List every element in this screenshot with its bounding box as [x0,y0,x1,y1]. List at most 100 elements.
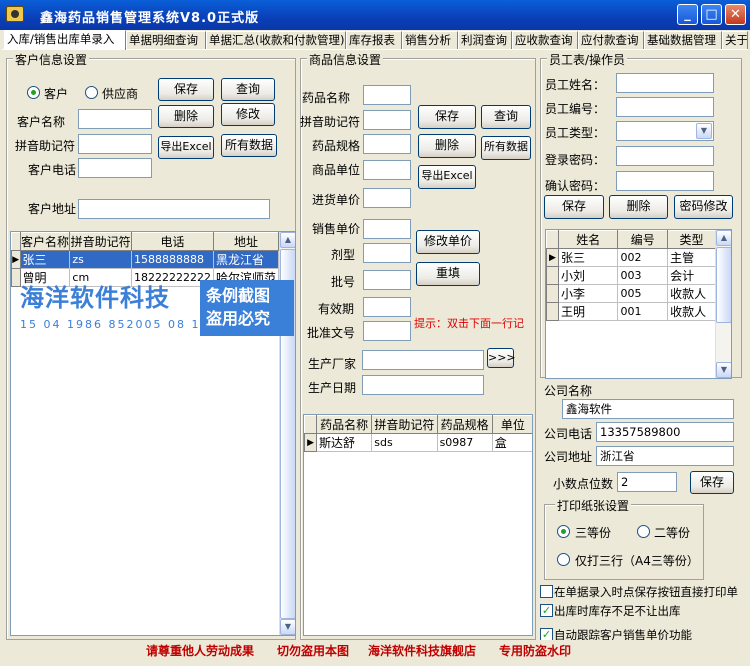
drug-date-input[interactable] [362,375,484,395]
table-row[interactable]: 王明 001 收款人 [546,302,716,321]
cell-pinyin[interactable]: zs [69,250,132,269]
drug-unit-input[interactable] [363,160,411,180]
scroll-up-icon[interactable]: ▲ [280,232,295,248]
staff-id-input[interactable] [616,97,714,117]
close-button[interactable]: ✕ [725,4,746,25]
tab-profit[interactable]: 利润查询 [458,31,512,49]
scroll-thumb[interactable] [716,247,731,323]
cell-name[interactable]: 曾明 [19,268,71,287]
customer-phone-input[interactable] [78,158,152,178]
table-row[interactable]: 曾明 cm 18222222222 哈尔滨师范 [11,268,280,287]
customer-address-input[interactable] [78,199,270,219]
table-row[interactable]: ▶ 张三 002 主管 [546,248,716,267]
col-customer-address[interactable]: 地址 [212,232,280,251]
customer-query-button[interactable]: 查询 [221,78,275,101]
col-drug-pinyin[interactable]: 拼音助记符 [371,415,438,434]
customer-table-scrollbar[interactable]: ▲ ▼ [279,232,295,635]
col-drug-name[interactable]: 药品名称 [316,415,373,434]
drug-all-data-button[interactable]: 所有数据 [481,136,531,160]
col-customer-pinyin[interactable]: 拼音助记符 [69,232,132,251]
cell-name[interactable]: 斯达舒 [316,433,373,452]
customer-delete-button[interactable]: 删除 [158,105,214,128]
col-staff-type[interactable]: 类型 [667,230,716,249]
cell-name[interactable]: 小李 [557,284,619,303]
radio-three-parts[interactable] [557,525,570,538]
tab-summary[interactable]: 单据汇总(收款和付款管理) [206,31,346,49]
cell-address[interactable]: 哈尔滨师范 [212,268,280,287]
staff-save-button[interactable]: 保存 [544,195,604,219]
drug-save-button[interactable]: 保存 [418,105,476,129]
reset-button[interactable]: 重填 [416,262,480,286]
drug-expiry-input[interactable] [363,297,411,317]
cell-type[interactable]: 收款人 [667,302,716,321]
customer-all-data-button[interactable]: 所有数据 [221,134,277,157]
company-phone-input[interactable]: 13357589800 [596,422,734,442]
tab-detail-query[interactable]: 单据明细查询 [126,31,206,49]
drug-export-button[interactable]: 导出Excel [418,165,476,189]
col-customer-name[interactable]: 客户名称 [19,232,71,251]
staff-name-input[interactable] [616,73,714,93]
scroll-up-icon[interactable]: ▲ [716,230,731,246]
col-staff-name[interactable]: 姓名 [557,230,619,249]
col-drug-spec[interactable]: 药品规格 [436,415,493,434]
drug-form-input[interactable] [363,243,411,263]
cell-name[interactable]: 王明 [557,302,619,321]
tab-base-data[interactable]: 基础数据管理 [644,31,722,49]
decimals-input[interactable]: 2 [617,472,677,492]
customer-name-input[interactable] [78,109,152,129]
staff-delete-button[interactable]: 删除 [609,195,668,219]
drug-batch-input[interactable] [363,270,411,290]
cell-id[interactable]: 005 [617,284,669,303]
maker-more-button[interactable]: >>> [487,348,516,368]
customer-modify-button[interactable]: 修改 [221,103,275,126]
drug-approval-input[interactable] [363,321,411,341]
cell-phone[interactable]: 18222222222 [130,268,214,287]
table-row[interactable]: ▶ 斯达舒 sds s0987 盒 [304,433,532,452]
cell-unit[interactable]: 盒 [491,433,532,452]
cell-id[interactable]: 003 [617,266,669,285]
modify-price-button[interactable]: 修改单价 [416,230,480,254]
tab-receivable[interactable]: 应收款查询 [512,31,578,49]
cell-name[interactable]: 张三 [557,248,619,267]
drug-name-input[interactable] [363,85,411,105]
drug-maker-input[interactable] [362,350,484,370]
customer-pinyin-input[interactable] [78,134,152,154]
change-password-button[interactable]: 密码修改 [674,195,733,219]
radio-only-three-rows[interactable] [557,553,570,566]
staff-password-input[interactable] [616,146,714,166]
minimize-button[interactable]: _ [677,4,698,25]
drug-delete-button[interactable]: 删除 [418,134,476,158]
customer-export-button[interactable]: 导出Excel [158,136,214,159]
radio-supplier[interactable] [85,86,98,99]
tab-payable[interactable]: 应付款查询 [578,31,644,49]
cell-name[interactable]: 小刘 [557,266,619,285]
cell-name[interactable]: 张三 [19,250,71,269]
radio-two-parts[interactable] [637,525,650,538]
customer-save-button[interactable]: 保存 [158,78,214,101]
tab-sales-analysis[interactable]: 销售分析 [402,31,458,49]
tab-about[interactable]: 关于 [722,31,748,49]
scroll-thumb[interactable] [280,249,295,619]
company-address-input[interactable]: 浙江省 [596,446,734,466]
tab-entry[interactable]: 入库/销售出库单录入 [4,30,126,50]
cell-pinyin[interactable]: sds [371,433,438,452]
scroll-down-icon[interactable]: ▼ [716,362,731,378]
tab-stock-report[interactable]: 库存报表 [346,31,402,49]
staff-confirm-input[interactable] [616,171,714,191]
col-customer-phone[interactable]: 电话 [130,232,214,251]
cell-type[interactable]: 收款人 [667,284,716,303]
drug-query-button[interactable]: 查询 [481,105,531,129]
col-drug-unit[interactable]: 单位 [491,415,532,434]
scroll-down-icon[interactable]: ▼ [280,619,295,635]
cell-id[interactable]: 002 [617,248,669,267]
maximize-button[interactable]: □ [701,4,722,25]
drug-sell-price-input[interactable] [363,219,411,239]
cell-phone[interactable]: 1588888888 [130,250,214,269]
cell-spec[interactable]: s0987 [436,433,493,452]
radio-customer[interactable] [27,86,40,99]
cell-type[interactable]: 会计 [667,266,716,285]
staff-type-select[interactable]: ▼ [616,121,714,141]
drug-buy-price-input[interactable] [363,188,411,208]
stock-limit-checkbox[interactable]: ✓ [540,604,553,617]
chevron-down-icon[interactable]: ▼ [696,123,712,139]
